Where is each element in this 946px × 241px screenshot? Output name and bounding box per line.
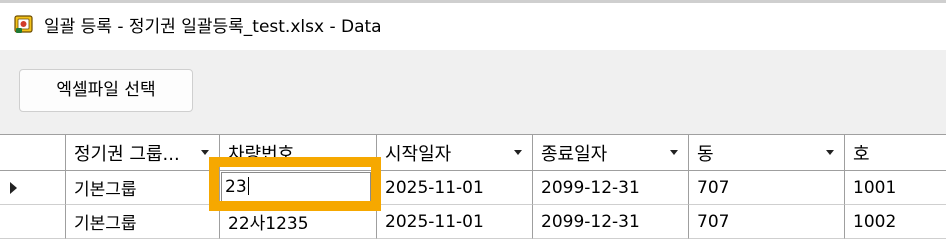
data-grid[interactable]: 정기권 그룹... 차량번호 시작일자 종료일자 동 호 기본그룹 2025-1… — [0, 134, 946, 241]
text-caret — [247, 177, 249, 195]
table-cell[interactable]: 2025-11-01 — [377, 205, 533, 239]
bulk-register-window: 일괄 등록 - 정기권 일괄등록_test.xlsx - Data 엑셀파일 선… — [0, 0, 946, 241]
select-excel-file-button[interactable]: 엑셀파일 선택 — [19, 69, 193, 112]
table-cell[interactable]: 2099-12-31 — [533, 171, 689, 205]
column-header-vehicle-number[interactable]: 차량번호 — [220, 135, 377, 171]
table-cell[interactable]: 707 — [689, 171, 845, 205]
table-row[interactable]: 기본그룹 2025-11-01 2099-12-31 707 1001 — [0, 171, 946, 205]
table-row[interactable]: 기본그룹 22사1235 2025-11-01 2099-12-31 707 1… — [0, 205, 946, 239]
current-row-arrow-icon — [10, 181, 17, 194]
window-title: 일괄 등록 - 정기권 일괄등록_test.xlsx - Data — [44, 17, 382, 37]
table-cell[interactable]: 2099-12-31 — [533, 205, 689, 239]
toolbar: 엑셀파일 선택 — [0, 50, 946, 134]
excel-app-icon — [14, 15, 33, 33]
edit-field-value: 23 — [225, 177, 247, 197]
column-header-pass-group[interactable]: 정기권 그룹... — [66, 135, 220, 171]
table-cell[interactable]: 22사1235 — [220, 205, 377, 239]
table-cell[interactable]: 기본그룹 — [66, 171, 220, 205]
table-cell[interactable]: 2025-11-01 — [377, 171, 533, 205]
table-cell[interactable]: 1002 — [845, 205, 946, 239]
vehicle-number-edit-field[interactable]: 23 — [221, 172, 371, 203]
row-header[interactable] — [0, 171, 66, 205]
row-header-corner — [0, 135, 66, 171]
column-header-label: 동 — [697, 143, 714, 165]
column-header-label: 호 — [853, 143, 870, 165]
column-header-label: 시작일자 — [385, 143, 452, 165]
table-cell[interactable]: 707 — [689, 205, 845, 239]
dropdown-arrow-icon[interactable] — [670, 150, 678, 155]
table-cell[interactable]: 기본그룹 — [66, 205, 220, 239]
column-header-start-date[interactable]: 시작일자 — [377, 135, 533, 171]
column-header-unit[interactable]: 호 — [845, 135, 946, 171]
grid-header-row: 정기권 그룹... 차량번호 시작일자 종료일자 동 호 — [0, 135, 946, 171]
column-header-end-date[interactable]: 종료일자 — [533, 135, 689, 171]
column-header-building[interactable]: 동 — [689, 135, 845, 171]
row-header[interactable] — [0, 205, 66, 239]
dropdown-arrow-icon[interactable] — [826, 150, 834, 155]
column-header-label: 차량번호 — [228, 143, 295, 165]
title-bar: 일괄 등록 - 정기권 일괄등록_test.xlsx - Data — [0, 0, 946, 50]
dropdown-arrow-icon[interactable] — [514, 150, 522, 155]
column-header-label: 정기권 그룹... — [74, 143, 180, 165]
column-header-label: 종료일자 — [541, 143, 608, 165]
dropdown-arrow-icon[interactable] — [201, 150, 209, 155]
table-cell[interactable]: 1001 — [845, 171, 946, 205]
